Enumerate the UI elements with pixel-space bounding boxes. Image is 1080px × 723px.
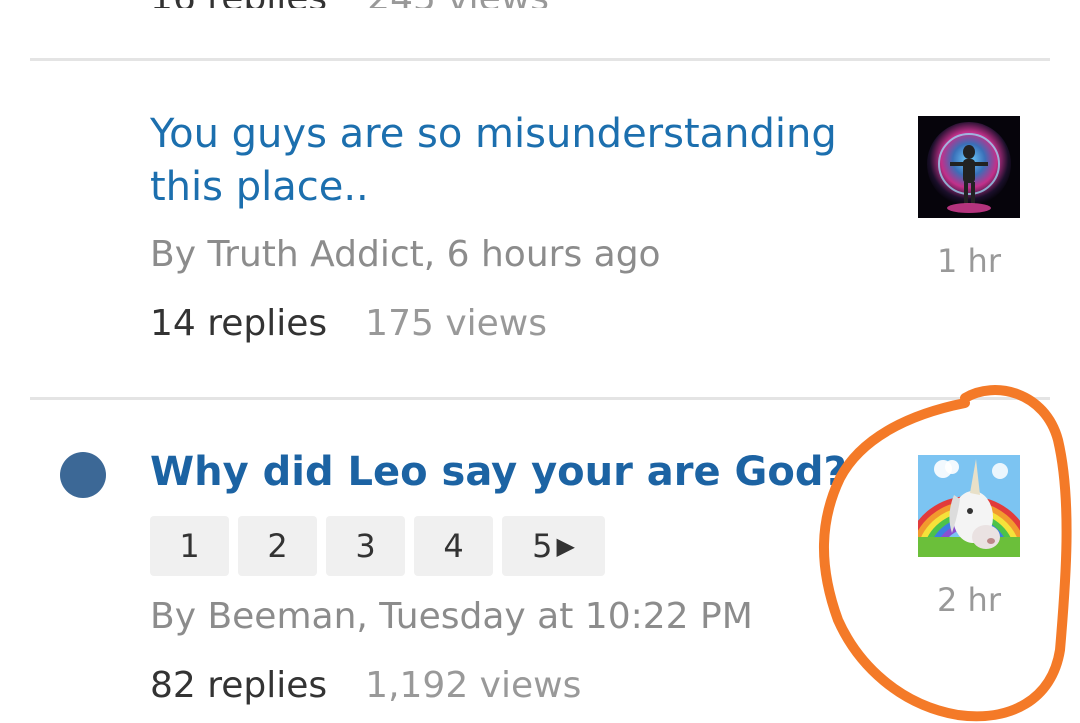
space-figure-avatar-icon [918, 116, 1020, 218]
topic-title-link[interactable]: Why did Leo say your are God? [150, 446, 870, 499]
unread-indicator-icon[interactable] [60, 452, 106, 498]
previous-topic-stats: 16 replies 245 views [150, 0, 549, 8]
last-post-time: 2 hr [937, 581, 1001, 619]
previous-replies-count: 16 replies [150, 0, 327, 8]
topic-stats: 82 replies 1,192 views [150, 665, 581, 706]
page-1-button[interactable]: 1 [150, 516, 229, 576]
topic-divider [30, 397, 1050, 400]
right-triangle-icon: ▶ [556, 532, 575, 560]
page-2-button[interactable]: 2 [238, 516, 317, 576]
topic-stats: 14 replies 175 views [150, 303, 547, 344]
last-poster-avatar[interactable] [918, 455, 1020, 557]
unicorn-rainbow-avatar-icon [918, 455, 1020, 557]
replies-count: 82 replies [150, 665, 328, 706]
last-post-time: 1 hr [937, 242, 1001, 280]
page-5-label: 5 [532, 527, 553, 565]
page-3-button[interactable]: 3 [326, 516, 405, 576]
topic-divider [30, 58, 1050, 61]
topic-pagination: 1 2 3 4 5 ▶ [150, 516, 605, 576]
views-count: 175 views [365, 303, 547, 344]
topic-byline: By Beeman, Tuesday at 10:22 PM [150, 596, 753, 637]
page-5-next-button[interactable]: 5 ▶ [502, 516, 605, 576]
topic-title-link[interactable]: You guys are so misunderstanding this pl… [150, 108, 850, 214]
previous-views-count: 245 views [367, 0, 549, 8]
page-4-button[interactable]: 4 [414, 516, 493, 576]
views-count: 1,192 views [365, 665, 582, 706]
topic-byline: By Truth Addict, 6 hours ago [150, 234, 661, 275]
last-poster-avatar[interactable] [918, 116, 1020, 218]
replies-count: 14 replies [150, 303, 328, 344]
